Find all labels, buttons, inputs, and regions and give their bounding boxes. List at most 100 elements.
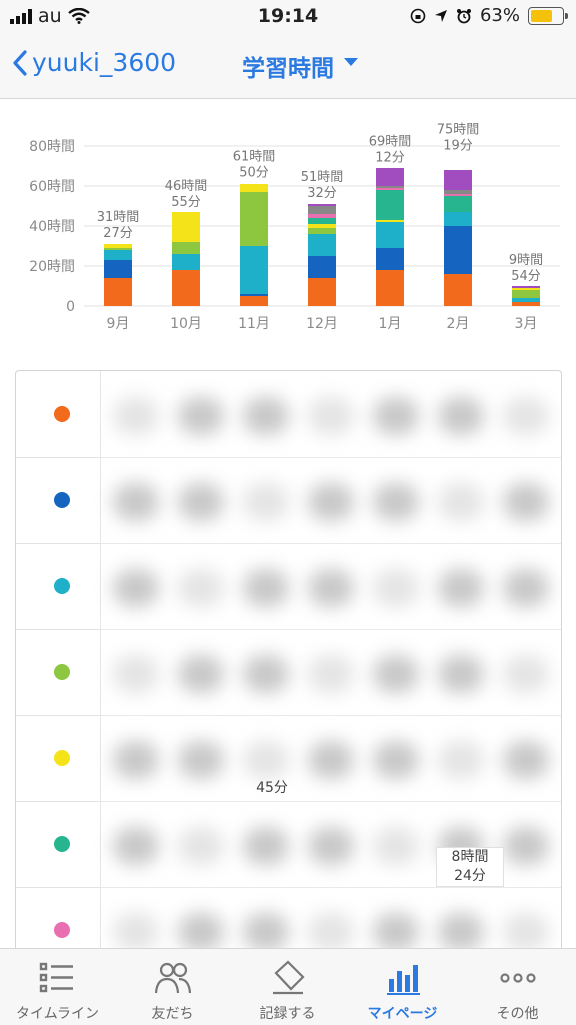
chevron-left-icon	[13, 49, 27, 76]
bar-segment	[376, 270, 404, 306]
blurred-cell	[373, 655, 419, 693]
blurred-cell	[113, 655, 159, 693]
bar-total-label: 51時間	[301, 170, 344, 185]
bar-segment	[240, 294, 268, 296]
title-dropdown[interactable]	[232, 46, 372, 86]
blurred-cell	[243, 913, 289, 951]
bar-segment	[444, 190, 472, 194]
tab-timeline[interactable]: タイムライン	[0, 949, 115, 1025]
status-right: 63%	[410, 5, 568, 26]
bar-segment	[308, 204, 336, 206]
study-time-chart: 0 20時間 40時間 60時間 80時間 31時間 27分 9月 46時間 55分 10月 61時間…	[0, 100, 576, 350]
blurred-cell	[113, 483, 159, 521]
blurred-cell	[373, 483, 419, 521]
blurred-cell	[438, 741, 484, 779]
bar-total-label: 75時間	[437, 122, 480, 137]
navigation-bar: yuuki_3600 学習時間	[0, 34, 576, 99]
blurred-cell	[113, 569, 159, 607]
bar-segment	[308, 256, 336, 278]
bar-segment	[172, 254, 200, 270]
dropdown-caret-icon	[344, 58, 358, 66]
bar-segment	[376, 248, 404, 270]
bar-total-label: 31時間	[97, 210, 140, 225]
y-tick-label: 20時間	[29, 259, 75, 275]
category-color-dot	[54, 922, 70, 938]
rotation-lock-icon	[410, 8, 426, 23]
bar-segment	[512, 286, 540, 288]
back-button[interactable]: yuuki_3600	[12, 48, 176, 77]
category-row[interactable]	[16, 371, 100, 458]
bar-segment	[104, 250, 132, 260]
bar-segment	[376, 220, 404, 222]
bar-segment	[308, 218, 336, 224]
blurred-row	[101, 371, 561, 458]
tab-more-label: その他	[496, 1006, 539, 1022]
tab-friends-label: 友だち	[151, 1006, 194, 1022]
visible-time-cell: 45分	[256, 780, 288, 796]
x-tick-label: 11月	[238, 316, 270, 332]
battery-icon	[528, 6, 568, 25]
blurred-row	[101, 629, 561, 716]
tab-friends[interactable]: 友だち	[115, 949, 230, 1025]
bar-total-label: 32分	[307, 186, 337, 201]
blurred-cell	[503, 397, 549, 435]
x-tick-label: 2月	[447, 316, 470, 332]
y-tick-label: 40時間	[29, 219, 75, 235]
x-tick-label: 3月	[515, 316, 538, 332]
bar-segment	[376, 222, 404, 248]
tab-record-label: 記録する	[259, 1006, 316, 1022]
bar-total-label: 55分	[171, 195, 201, 210]
blurred-cell	[178, 827, 224, 865]
tab-timeline-label: タイムライン	[15, 1006, 100, 1022]
blurred-cell	[243, 569, 289, 607]
tab-record[interactable]: 記録する	[230, 949, 345, 1025]
category-row[interactable]	[16, 715, 100, 802]
category-color-dot	[54, 578, 70, 594]
bar-segment	[376, 188, 404, 190]
blurred-cell	[178, 655, 224, 693]
tab-mypage[interactable]: マイページ	[345, 949, 460, 1025]
bar-total-label: 9時間	[509, 253, 543, 268]
bar-segment	[308, 224, 336, 228]
bar-segment	[444, 226, 472, 274]
bar-segment	[104, 244, 132, 248]
bar-segment	[444, 212, 472, 226]
category-row[interactable]	[16, 801, 100, 888]
x-tick-label: 1月	[379, 316, 402, 332]
list-icon	[39, 962, 73, 993]
status-bar: au 19:14 63%	[0, 0, 576, 34]
blurred-cell	[308, 741, 354, 779]
category-row[interactable]	[16, 457, 100, 544]
blurred-cell	[243, 397, 289, 435]
blurred-cell	[308, 655, 354, 693]
bar-total-label: 50分	[239, 165, 269, 180]
category-row[interactable]	[16, 543, 100, 630]
friends-icon	[154, 962, 192, 994]
blurred-cell	[373, 569, 419, 607]
blurred-cell	[243, 827, 289, 865]
bar-total-label: 27分	[103, 226, 133, 241]
blurred-cell	[373, 397, 419, 435]
bar-segment	[444, 170, 472, 190]
record-tag-icon	[273, 960, 305, 995]
category-row[interactable]	[16, 629, 100, 716]
alarm-icon	[456, 8, 471, 23]
blurred-cell	[308, 483, 354, 521]
blurred-cell	[503, 827, 549, 865]
category-color-dot	[54, 406, 70, 422]
tab-bar: タイムライン 友だち 記録する マイページ その他	[0, 948, 576, 1025]
bar-segment	[512, 288, 540, 290]
bar-total-label: 12分	[375, 151, 405, 166]
blurred-cell	[438, 397, 484, 435]
tab-more[interactable]: その他	[460, 949, 575, 1025]
blurred-cell	[373, 741, 419, 779]
location-icon	[434, 9, 447, 22]
blurred-cell	[438, 913, 484, 951]
battery-percent: 63%	[479, 5, 520, 26]
bar-chart-icon	[387, 965, 420, 995]
blurred-cell	[178, 741, 224, 779]
bar-segment	[512, 298, 540, 302]
bar-segment	[172, 242, 200, 254]
blurred-cell	[308, 569, 354, 607]
category-color-dot	[54, 750, 70, 766]
